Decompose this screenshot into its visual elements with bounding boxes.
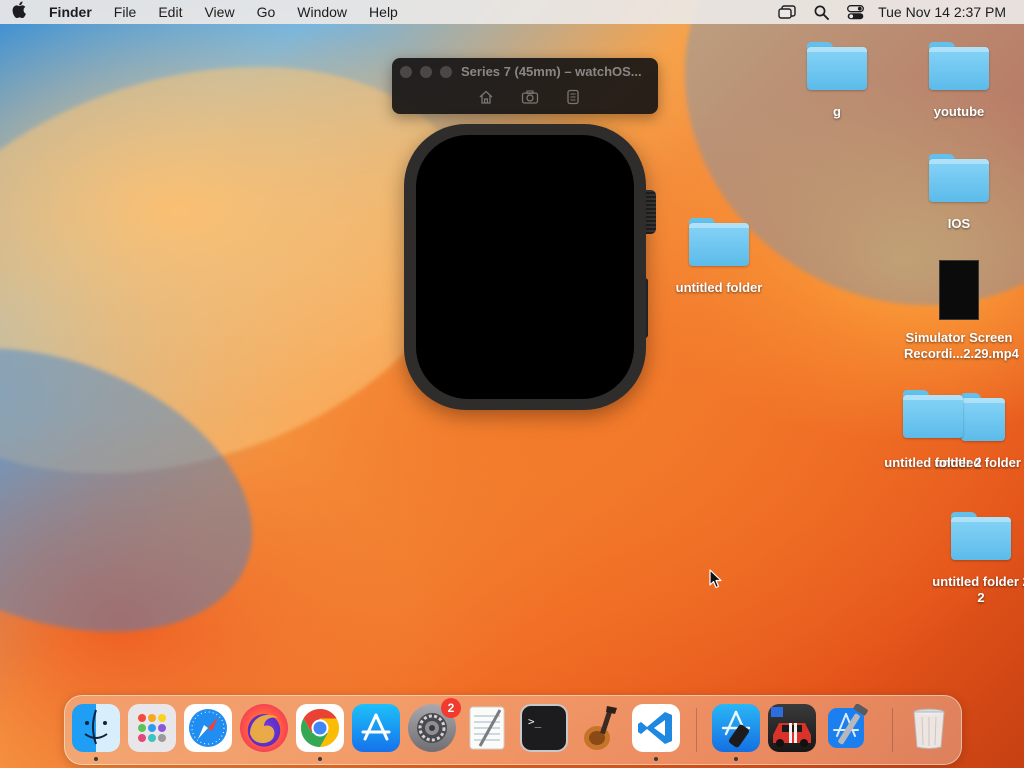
svg-text:>_: >_ — [528, 715, 542, 728]
dock-vscode[interactable] — [632, 704, 680, 752]
simulator-title: Series 7 (45mm) – watchOS... — [461, 64, 642, 79]
dock-racing-game[interactable] — [768, 704, 816, 752]
chrome-icon — [300, 708, 340, 748]
safari-compass-icon — [189, 709, 227, 747]
mouse-cursor-icon — [709, 569, 723, 594]
folder-icon — [807, 42, 867, 90]
dock-xcode[interactable] — [824, 704, 872, 752]
desktop-folder-ios[interactable]: IOS — [904, 154, 1014, 232]
folder-label: untitled folder — [675, 280, 763, 295]
menu-window[interactable]: Window — [286, 0, 358, 24]
dock-launchpad[interactable] — [128, 704, 176, 752]
desktop-video-file[interactable]: Simulator Screen Recordi...2.29.mp4 — [904, 260, 1019, 362]
watch-case — [404, 124, 646, 410]
running-indicator — [654, 757, 658, 761]
close-button[interactable] — [400, 66, 412, 78]
spotlight-search-icon[interactable] — [804, 0, 838, 24]
notification-badge: 2 — [441, 698, 461, 718]
menu-view[interactable]: View — [193, 0, 245, 24]
menu-app-name[interactable]: Finder — [38, 0, 103, 24]
trash-icon — [913, 708, 945, 749]
screenshot-icon[interactable] — [521, 88, 539, 106]
running-indicator — [734, 757, 738, 761]
dock-safari[interactable] — [184, 704, 232, 752]
folder-label: g — [833, 104, 841, 119]
desktop-folder-g[interactable]: g — [782, 42, 892, 120]
firefox-icon — [250, 714, 278, 744]
zoom-button[interactable] — [440, 66, 452, 78]
minimize-button[interactable] — [420, 66, 432, 78]
apple-menu-icon[interactable] — [0, 1, 38, 23]
terminal-icon: >_ — [528, 715, 542, 728]
dock-textedit[interactable] — [464, 704, 512, 752]
vscode-icon — [638, 712, 672, 744]
home-icon[interactable] — [477, 88, 495, 106]
menu-go[interactable]: Go — [246, 0, 287, 24]
running-indicator — [94, 757, 98, 761]
file-label-line2: Recordi...2.29.mp4 — [904, 346, 1019, 361]
folder-label: youtube — [933, 104, 985, 119]
dock-separator — [696, 708, 697, 752]
menu-help[interactable]: Help — [358, 0, 409, 24]
rotate-icon[interactable] — [564, 88, 582, 106]
folder-icon — [951, 512, 1011, 560]
dock: 2 >_ — [64, 695, 962, 765]
dock-firefox[interactable] — [240, 704, 288, 752]
video-thumbnail-icon — [939, 260, 979, 320]
folder-icon — [929, 154, 989, 202]
dock-trash[interactable] — [905, 704, 953, 752]
dock-separator — [892, 708, 893, 752]
instruments-icon — [584, 706, 617, 750]
folder-label: IOS — [947, 216, 971, 231]
dock-chrome[interactable] — [296, 704, 344, 752]
launchpad-icon — [138, 714, 166, 742]
desktop-folder-untitled-2-front[interactable]: untitled folder 2 — [878, 390, 988, 471]
dock-finder[interactable] — [72, 704, 120, 752]
simulator-icon — [721, 710, 751, 748]
running-indicator — [318, 757, 322, 761]
window-switcher-icon[interactable] — [770, 0, 804, 24]
finder-icon — [84, 709, 108, 745]
dock-terminal[interactable]: >_ — [520, 704, 568, 752]
file-label-line1: Simulator Screen — [905, 330, 1013, 345]
file-label: Simulator Screen Recordi...2.29.mp4 — [904, 330, 1019, 362]
textedit-icon — [469, 706, 505, 750]
menu-file[interactable]: File — [103, 0, 148, 24]
dock-app-store[interactable] — [352, 704, 400, 752]
desktop-folder-untitled-2-2[interactable]: untitled folder 2 2 — [926, 512, 1024, 606]
folder-icon — [689, 218, 749, 266]
folder-label-line1: untitled folder 2 — [932, 574, 1024, 589]
folder-icon — [903, 390, 963, 438]
app-store-icon — [361, 713, 391, 741]
desktop-folder-untitled[interactable]: untitled folder — [664, 218, 774, 296]
racing-car-icon — [771, 707, 811, 747]
dock-simulator[interactable] — [712, 704, 760, 752]
menu-edit[interactable]: Edit — [147, 0, 193, 24]
watch-screen[interactable] — [416, 135, 634, 399]
xcode-icon — [828, 704, 868, 748]
folder-label-line2: 2 — [977, 590, 985, 605]
folder-label: untitled folder 2 2 — [926, 574, 1024, 606]
folder-icon — [929, 42, 989, 90]
simulator-titlebar[interactable]: Series 7 (45mm) – watchOS... — [392, 58, 658, 114]
desktop-folder-youtube[interactable]: youtube — [904, 42, 1014, 120]
menu-clock[interactable]: Tue Nov 14 2:37 PM — [872, 4, 1024, 20]
menu-bar: Finder File Edit View Go Window Help Tue… — [0, 0, 1024, 24]
dock-instruments[interactable] — [576, 704, 624, 752]
folder-label: untitled folder 2 — [884, 455, 982, 470]
control-center-icon[interactable] — [838, 0, 872, 24]
